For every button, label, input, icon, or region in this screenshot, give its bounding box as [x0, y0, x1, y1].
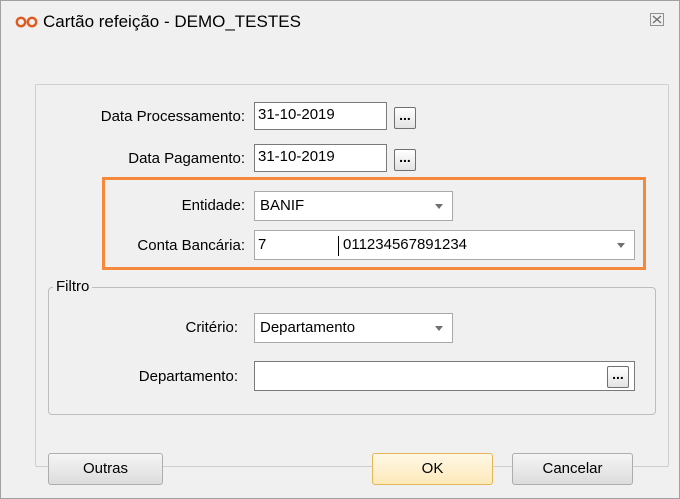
- data-processamento-picker-button[interactable]: ...: [394, 107, 416, 129]
- close-icon[interactable]: [647, 10, 669, 30]
- data-pagamento-field[interactable]: 31-10-2019: [254, 144, 387, 172]
- data-pagamento-label: Data Pagamento:: [128, 150, 245, 167]
- infinity-icon: [15, 15, 39, 28]
- filtro-legend: Filtro: [53, 278, 93, 295]
- entidade-select[interactable]: BANIF: [254, 191, 453, 221]
- ok-button[interactable]: OK: [372, 453, 493, 485]
- entidade-label: Entidade:: [181, 197, 245, 214]
- chevron-down-icon: [617, 243, 625, 248]
- conta-bancaria-number: 011234567891234: [343, 236, 468, 253]
- data-processamento-field[interactable]: 31-10-2019: [254, 102, 387, 130]
- conta-bancaria-label: Conta Bancária:: [137, 237, 245, 254]
- data-pagamento-picker-button[interactable]: ...: [394, 149, 416, 171]
- dialog-window: Cartão refeição - DEMO_TESTES Data Proce…: [0, 0, 680, 499]
- chevron-down-icon: [435, 326, 443, 331]
- conta-bancaria-code: 7: [258, 236, 267, 253]
- filtro-group-box: [48, 287, 656, 415]
- departamento-label: Departamento:: [138, 368, 238, 385]
- departamento-field[interactable]: [254, 361, 635, 391]
- criterio-label: Critério:: [185, 319, 238, 336]
- chevron-down-icon: [435, 204, 443, 209]
- entidade-value: BANIF: [260, 197, 305, 214]
- criterio-value: Departamento: [260, 319, 356, 336]
- outras-button[interactable]: Outras: [48, 453, 163, 485]
- cancelar-button[interactable]: Cancelar: [512, 453, 633, 485]
- column-separator: [338, 236, 339, 256]
- window-title: Cartão refeição - DEMO_TESTES: [43, 12, 301, 31]
- data-processamento-label: Data Processamento:: [100, 108, 245, 125]
- title-bar[interactable]: Cartão refeição - DEMO_TESTES: [1, 1, 679, 41]
- departamento-picker-button[interactable]: ...: [607, 366, 629, 388]
- conta-bancaria-select[interactable]: 7 011234567891234: [254, 230, 635, 260]
- criterio-select[interactable]: Departamento: [254, 313, 453, 343]
